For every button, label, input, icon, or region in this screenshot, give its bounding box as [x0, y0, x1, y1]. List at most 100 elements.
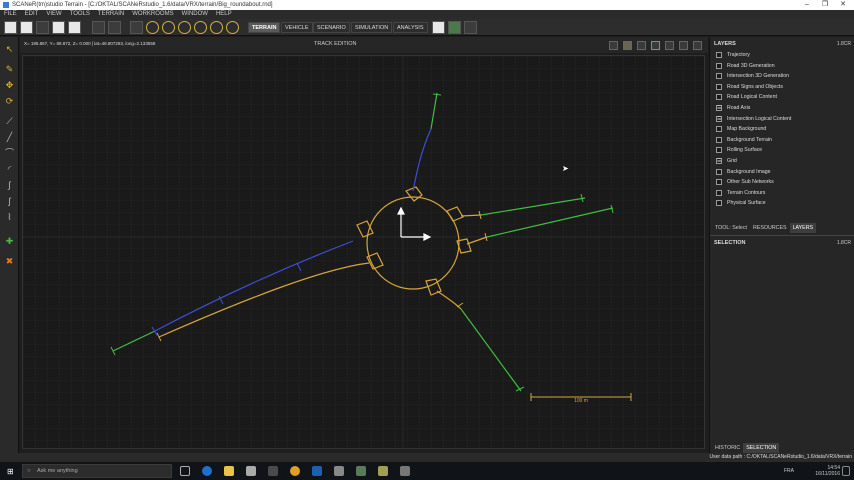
layer-row[interactable]: Terrain Contours: [716, 188, 765, 198]
layer-checkbox[interactable]: [716, 136, 722, 143]
image-icon[interactable]: [52, 21, 65, 34]
zoom-in-icon[interactable]: [162, 21, 175, 34]
notifications-icon[interactable]: [842, 466, 850, 476]
layer-row[interactable]: Road Signs and Objects: [716, 82, 783, 92]
edit-icon[interactable]: [68, 21, 81, 34]
app-icon-4[interactable]: [400, 466, 410, 476]
view-camera-icon[interactable]: [665, 41, 674, 50]
clothoid-tool-icon[interactable]: ∫: [3, 179, 16, 191]
view-grid-icon[interactable]: [651, 41, 660, 50]
menu-terrain[interactable]: TERRAIN: [94, 10, 128, 19]
layer-checkbox[interactable]: [716, 62, 722, 69]
menu-workrooms[interactable]: WORKROOMS: [128, 10, 177, 19]
layers-icon[interactable]: [432, 21, 445, 34]
view-top-icon[interactable]: [623, 41, 632, 50]
save-icon[interactable]: [36, 21, 49, 34]
view-settings-icon[interactable]: [679, 41, 688, 50]
tab-layers[interactable]: LAYERS: [789, 223, 817, 233]
minimize-button[interactable]: –: [798, 0, 816, 10]
layer-checkbox[interactable]: [716, 83, 722, 90]
view-2d-icon[interactable]: [609, 41, 618, 50]
menu-file[interactable]: FILE: [0, 10, 21, 19]
mode-terrain[interactable]: TERRAIN: [248, 22, 281, 33]
layer-checkbox[interactable]: [716, 52, 722, 58]
edge-browser-icon[interactable]: [202, 466, 212, 476]
mode-simulation[interactable]: SIMULATION: [351, 22, 393, 33]
file-explorer-icon[interactable]: [224, 466, 234, 476]
grid-icon[interactable]: [448, 21, 461, 34]
menu-tools[interactable]: TOOLS: [66, 10, 94, 19]
move-tool-icon[interactable]: ✥: [3, 79, 16, 91]
app-icon-2[interactable]: [334, 466, 344, 476]
layer-checkbox[interactable]: [716, 189, 722, 196]
curve-tool-icon[interactable]: ⌒: [3, 147, 16, 159]
mode-vehicle[interactable]: VEHICLE: [281, 22, 313, 33]
layer-checkbox[interactable]: [716, 179, 722, 186]
chrome-icon[interactable]: [290, 466, 300, 476]
layer-row[interactable]: ☰ Intersection Logical Content: [716, 114, 791, 124]
zoom-extent-icon[interactable]: [210, 21, 223, 34]
layer-checkbox[interactable]: ☰: [716, 115, 722, 122]
line-tool-icon[interactable]: ╱: [3, 131, 16, 143]
store-icon[interactable]: [246, 466, 256, 476]
select-icon[interactable]: [130, 21, 143, 34]
tray-clock[interactable]: 14:54 16/11/2016: [800, 465, 840, 477]
terrain-canvas[interactable]: 100 m: [22, 55, 706, 450]
task-view-icon[interactable]: [180, 466, 190, 476]
pencil-tool-icon[interactable]: ✎: [3, 63, 16, 75]
layer-checkbox[interactable]: [716, 94, 722, 101]
app-icon-1[interactable]: [268, 466, 278, 476]
menu-help[interactable]: HELP: [212, 10, 236, 19]
copy-icon[interactable]: [108, 21, 121, 34]
layer-checkbox[interactable]: ☰: [716, 158, 722, 164]
add-node-icon[interactable]: ✚: [3, 235, 16, 247]
layer-checkbox[interactable]: [716, 126, 722, 133]
layer-row[interactable]: Road Logical Content: [716, 92, 777, 102]
layer-row[interactable]: ☰ Grid: [716, 156, 737, 166]
brush-tool-icon[interactable]: ⌇: [3, 211, 16, 223]
zoom-out-icon[interactable]: [178, 21, 191, 34]
settings-icon[interactable]: [464, 21, 477, 34]
layer-checkbox[interactable]: ☰: [716, 105, 722, 111]
menu-edit[interactable]: EDIT: [21, 10, 43, 19]
view-fullscreen-icon[interactable]: [693, 41, 702, 50]
delete-node-icon[interactable]: ✖: [3, 255, 16, 267]
layer-checkbox[interactable]: [716, 168, 722, 175]
maximize-button[interactable]: ❐: [816, 0, 834, 10]
spiral-tool-icon[interactable]: ʃ: [3, 195, 16, 207]
zoom-icon[interactable]: [146, 21, 159, 34]
new-file-icon[interactable]: [4, 21, 17, 34]
open-file-icon[interactable]: [20, 21, 33, 34]
rotate-tool-icon[interactable]: ⟳: [3, 95, 16, 107]
windows-start-icon[interactable]: ⊞: [7, 467, 14, 476]
road-tool-icon[interactable]: ⟋: [3, 115, 16, 127]
cut-icon[interactable]: [92, 21, 105, 34]
menu-window[interactable]: WINDOW: [178, 10, 212, 19]
app-icon-3[interactable]: [356, 466, 366, 476]
select-tool-icon[interactable]: ↖: [3, 43, 16, 55]
tab-tool-select[interactable]: TOOL: Select: [712, 223, 750, 233]
layer-row[interactable]: Background Terrain: [716, 135, 772, 145]
layer-row[interactable]: Map Background: [716, 124, 766, 134]
zoom-fit-icon[interactable]: [194, 21, 207, 34]
layer-row[interactable]: Intersection 3D Generation: [716, 71, 789, 81]
search-input[interactable]: ○ Ask me anything: [22, 464, 172, 478]
outlook-icon[interactable]: [312, 466, 322, 476]
layer-row[interactable]: Rolling Surface: [716, 145, 762, 155]
mode-analysis[interactable]: ANALYSIS: [393, 22, 428, 33]
layer-checkbox[interactable]: [716, 73, 722, 80]
arc-tool-icon[interactable]: ◜: [3, 163, 16, 175]
layer-checkbox[interactable]: [716, 147, 722, 154]
layer-checkbox[interactable]: [716, 200, 722, 207]
road-network-drawing[interactable]: 100 m: [23, 56, 706, 450]
close-button[interactable]: ✕: [834, 0, 852, 10]
layer-row[interactable]: Trajectory: [716, 50, 750, 60]
view-front-icon[interactable]: [637, 41, 646, 50]
scaner-taskbar-icon[interactable]: [378, 466, 388, 476]
tab-selection[interactable]: SELECTION: [743, 443, 780, 453]
mode-scenario[interactable]: SCENARIO: [313, 22, 350, 33]
tab-resources[interactable]: RESOURCES: [750, 223, 790, 233]
layer-row[interactable]: ☰ Road Axis: [716, 103, 750, 113]
menu-view[interactable]: VIEW: [42, 10, 65, 19]
center-icon[interactable]: [226, 21, 239, 34]
